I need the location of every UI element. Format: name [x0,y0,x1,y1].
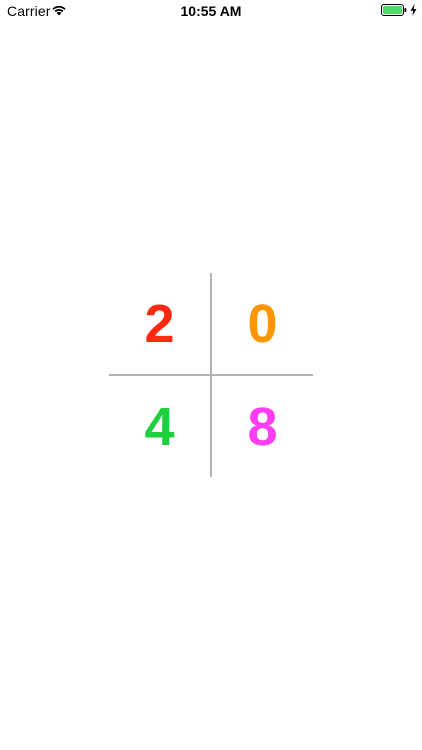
battery-icon [381,4,407,16]
charging-icon [410,4,417,16]
grid-cell-bottom-right[interactable]: 8 [212,376,313,477]
grid-cell-top-left[interactable]: 2 [109,273,210,374]
grid-cell-bottom-left[interactable]: 4 [109,376,210,477]
clock: 10:55 AM [180,3,242,19]
number-grid: 2 0 4 8 [109,273,313,477]
grid-cell-top-right[interactable]: 0 [212,273,313,374]
status-bar: Carrier 10:55 AM [0,0,422,22]
